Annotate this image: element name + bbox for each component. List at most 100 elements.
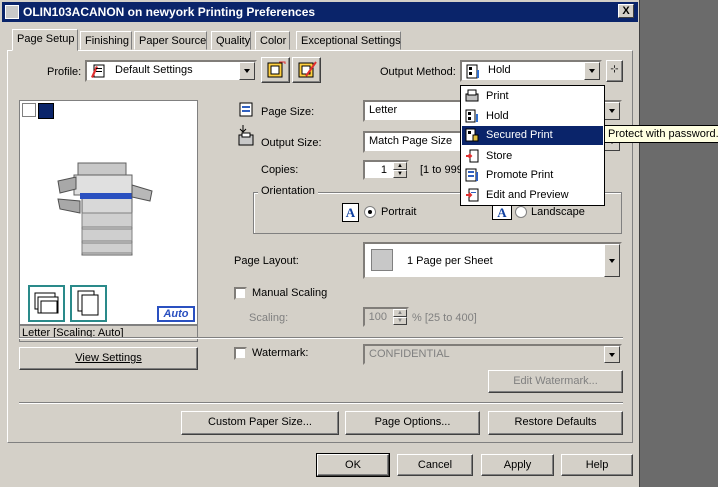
watermark-checkbox[interactable] <box>234 347 247 360</box>
preview-status-box: Letter [Scaling: Auto] <box>19 325 198 342</box>
output-method-value: Hold <box>488 64 511 76</box>
tab-page-setup[interactable]: Page Setup <box>12 29 78 51</box>
page-options-button[interactable]: Page Options... <box>345 411 480 435</box>
auto-badge: Auto <box>157 306 195 322</box>
portrait-radio[interactable] <box>364 206 376 218</box>
copies-label: Copies: <box>261 164 299 176</box>
profile-select[interactable]: Default Settings <box>85 60 257 82</box>
portrait-icon: A <box>342 203 359 222</box>
scaling-spin-arrows[interactable]: ▲ ▼ <box>393 309 407 325</box>
tab-exceptional-settings[interactable]: Exceptional Settings <box>296 31 401 50</box>
output-method-label: Output Method: <box>380 66 456 78</box>
scaling-range: % [25 to 400] <box>412 312 477 324</box>
add-profile-icon <box>267 61 286 78</box>
printer-illustration <box>57 162 153 256</box>
add-profile-button[interactable] <box>261 57 290 83</box>
option-secured-print[interactable]: Secured Print <box>462 126 603 145</box>
option-promote-print[interactable]: Promote Print <box>462 166 603 185</box>
output-method-dropdown-button[interactable] <box>584 62 600 80</box>
hold-icon <box>466 64 479 79</box>
page-layout-value: 1 Page per Sheet <box>407 255 493 267</box>
output-size-icon <box>238 125 254 146</box>
option-hold[interactable]: Hold <box>462 107 603 126</box>
output-method-select[interactable]: Hold <box>460 60 602 82</box>
output-method-dropdown: Print Hold Secured Print Store Promote P… <box>460 85 605 206</box>
tab-color[interactable]: Color <box>255 31 290 50</box>
output-size-value: Match Page Size <box>369 135 453 147</box>
preview-area: Auto <box>19 100 198 325</box>
secured-print-tooltip: Protect with password. <box>604 125 718 143</box>
option-edit-and-preview-label: Edit and Preview <box>486 189 569 201</box>
option-edit-and-preview[interactable]: Edit and Preview <box>462 186 603 205</box>
copies-spin-arrows[interactable]: ▲ ▼ <box>393 162 407 178</box>
separator-2 <box>19 402 623 404</box>
option-store-label: Store <box>486 150 513 162</box>
profile-label: Profile: <box>47 66 82 78</box>
printing-preferences-window: OLIN103ACANON on newyork Printing Prefer… <box>0 0 640 487</box>
page-layout-dropdown-button[interactable] <box>604 244 620 277</box>
profile-icon <box>91 64 105 78</box>
option-promote-print-label: Promote Print <box>486 169 554 181</box>
printer-app-icon <box>5 5 19 19</box>
scaling-spinner[interactable]: 100 ▲ ▼ <box>363 307 409 327</box>
manual-scaling-checkbox[interactable] <box>234 287 247 300</box>
scaling-label: Scaling: <box>249 312 289 324</box>
watermark-select[interactable]: CONFIDENTIAL <box>363 344 622 365</box>
tab-quality[interactable]: Quality <box>211 31 251 50</box>
page-layout-select[interactable]: 1 Page per Sheet <box>363 242 622 279</box>
window-title: OLIN103ACANON on newyork Printing Prefer… <box>23 5 316 19</box>
landscape-radio[interactable] <box>515 206 527 218</box>
option-hold-label: Hold <box>486 110 509 122</box>
custom-paper-size-button[interactable]: Custom Paper Size... <box>181 411 339 435</box>
portrait-label: Portrait <box>381 206 417 218</box>
option-store[interactable]: Store <box>462 147 603 166</box>
output-size-label: Output Size: <box>261 137 322 149</box>
print-icon <box>465 89 479 102</box>
printer-view-icon[interactable] <box>38 103 54 119</box>
page-view-icon[interactable] <box>22 103 36 117</box>
hold-icon <box>465 109 478 123</box>
separator-1 <box>19 337 623 339</box>
promote-print-icon <box>465 168 478 182</box>
profile-dropdown-button[interactable] <box>239 62 255 80</box>
tab-paper-source[interactable]: Paper Source <box>134 31 207 50</box>
page-size-dropdown-button[interactable] <box>604 102 620 120</box>
copies-spinner[interactable]: 1 ▲ ▼ <box>363 160 409 180</box>
watermark-value: CONFIDENTIAL <box>369 348 450 360</box>
page-layout-icon <box>371 249 393 271</box>
apply-button[interactable]: Apply <box>481 454 554 476</box>
page-copies-icon <box>70 285 107 322</box>
view-settings-label: View Settings <box>75 352 142 364</box>
copies-value: 1 <box>380 164 387 176</box>
page-layout-label: Page Layout: <box>234 255 299 267</box>
title-bar: OLIN103ACANON on newyork Printing Prefer… <box>2 2 638 22</box>
page-size-label: Page Size: <box>261 106 315 118</box>
ok-button[interactable]: OK <box>316 453 390 477</box>
tab-finishing[interactable]: Finishing <box>80 31 132 50</box>
copies-range: [1 to 999] <box>420 164 466 176</box>
profile-value: Default Settings <box>115 64 193 76</box>
option-print[interactable]: Print <box>462 87 603 106</box>
page-size-icon <box>239 102 253 117</box>
edit-profile-button[interactable] <box>292 57 321 83</box>
scaling-value: 100 <box>368 311 387 323</box>
edit-profile-icon <box>298 61 317 78</box>
watermark-label: Watermark: <box>252 347 309 359</box>
store-icon <box>466 149 479 163</box>
secured-print-icon <box>465 128 479 142</box>
restore-defaults-button[interactable]: Restore Defaults <box>488 411 623 435</box>
landscape-icon: A <box>492 204 512 220</box>
edit-watermark-button[interactable]: Edit Watermark... <box>488 370 623 393</box>
landscape-label: Landscape <box>531 206 585 218</box>
edit-preview-icon <box>466 188 479 202</box>
cancel-button[interactable]: Cancel <box>397 454 473 476</box>
view-settings-button[interactable]: View Settings <box>19 347 198 370</box>
watermark-dropdown-button[interactable] <box>604 346 620 363</box>
details-icon: ⊹ <box>610 64 619 75</box>
help-button[interactable]: Help <box>561 454 633 476</box>
close-button[interactable]: X <box>618 4 634 18</box>
collate-icon <box>28 285 65 322</box>
output-method-details-button[interactable]: ⊹ <box>606 60 623 82</box>
manual-scaling-label: Manual Scaling <box>252 287 328 299</box>
option-secured-print-label: Secured Print <box>486 129 553 141</box>
